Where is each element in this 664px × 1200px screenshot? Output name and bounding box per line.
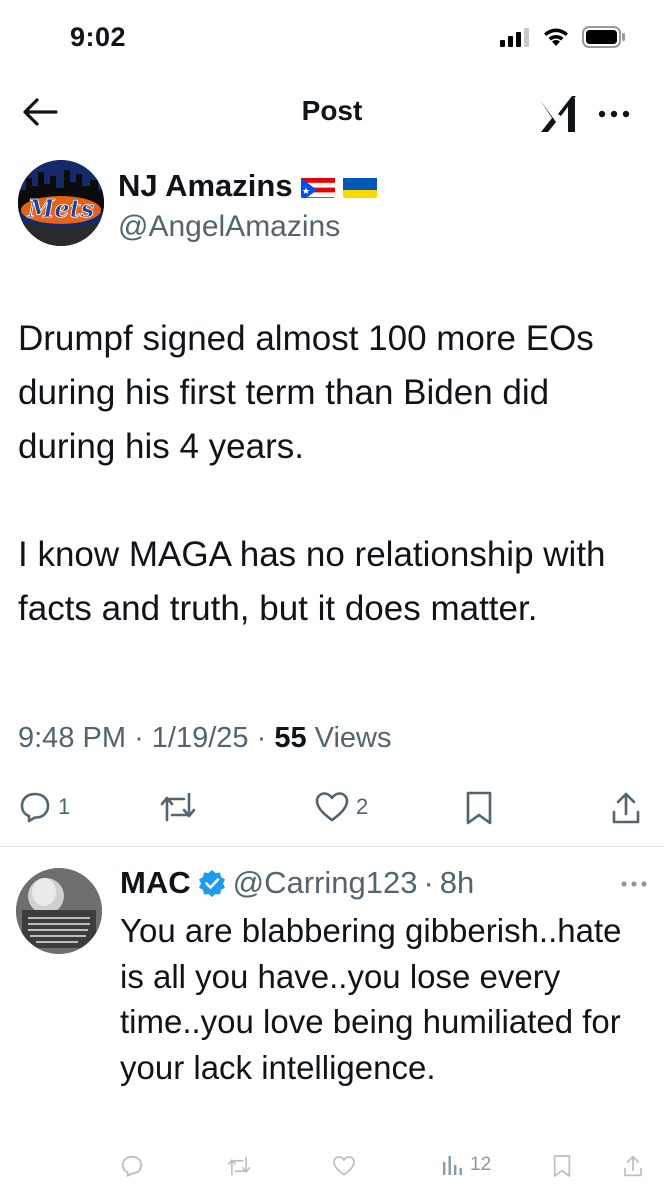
divider — [0, 846, 664, 847]
tweet-paragraph-2: I know MAGA has no relationship with fac… — [18, 535, 606, 628]
tweet-actions: 1 2 — [18, 790, 646, 830]
share-button[interactable] — [610, 790, 642, 826]
bookmark-icon — [553, 1155, 571, 1177]
views-bar-icon — [443, 1156, 462, 1175]
cellular-signal-icon — [500, 28, 529, 47]
reply-text: You are blabbering gibberish..hate is al… — [120, 912, 622, 1086]
more-options-icon[interactable] — [594, 96, 634, 132]
reply-more-icon[interactable] — [616, 872, 652, 896]
author-name[interactable]: NJ Amazins — [118, 168, 293, 204]
grok-icon[interactable] — [536, 92, 580, 136]
tweet-time: 9:48 PM — [18, 722, 126, 754]
ukraine-flag-icon — [342, 174, 377, 198]
views-count: 55 — [274, 722, 307, 754]
reply-bubble-icon — [20, 792, 50, 823]
like-count: 2 — [356, 794, 369, 819]
reply-views-button[interactable]: 12 — [442, 1154, 491, 1176]
share-icon — [612, 792, 640, 824]
puerto-rico-flag-icon — [300, 174, 335, 198]
avatar-logo-text: Mets — [27, 194, 95, 223]
status-time: 9:02 — [70, 22, 127, 52]
like-button[interactable]: 2 — [314, 790, 368, 824]
author-avatar[interactable]: Mets — [18, 160, 104, 246]
reply-author-avatar[interactable] — [16, 868, 102, 954]
reply-author-name[interactable]: MAC — [120, 865, 191, 901]
bookmark-icon — [466, 791, 492, 825]
repost-icon — [227, 1156, 251, 1176]
tweet-paragraph-1: Drumpf signed almost 100 more EOs during… — [18, 319, 594, 466]
reply-header: MAC @Carring123 · 8h — [120, 865, 475, 901]
reply-count: 1 — [58, 794, 71, 819]
views-label: Views — [314, 722, 392, 754]
reply-like-button[interactable] — [332, 1154, 356, 1178]
reply-reply-button[interactable] — [120, 1154, 144, 1178]
reply-button[interactable]: 1 — [18, 790, 70, 824]
battery-icon — [582, 26, 625, 48]
mets-logo-icon: Mets — [18, 160, 104, 246]
author-handle[interactable]: @AngelAmazins — [118, 210, 340, 244]
status-icons — [500, 26, 626, 48]
tweet-text: Drumpf signed almost 100 more EOs during… — [18, 312, 648, 636]
heart-icon — [315, 792, 349, 822]
reply-views-count: 12 — [470, 1154, 492, 1175]
repost-icon — [160, 792, 196, 822]
verified-badge-icon — [198, 870, 225, 897]
heart-icon — [333, 1156, 355, 1176]
reply-share-button[interactable] — [622, 1154, 644, 1178]
share-icon — [624, 1155, 642, 1177]
reply-bubble-icon — [121, 1155, 143, 1177]
author-name-row[interactable]: NJ Amazins — [118, 168, 377, 204]
reply-author-handle[interactable]: @Carring123 — [233, 865, 418, 901]
repost-button[interactable] — [158, 790, 198, 824]
tweet-meta: 9:48 PM · 1/19/25 · 55 Views — [18, 722, 392, 754]
reply-repost-button[interactable] — [226, 1154, 252, 1178]
reply-bookmark-button[interactable] — [552, 1154, 572, 1178]
tweet-date: 1/19/25 — [151, 722, 249, 754]
wifi-icon — [544, 28, 568, 46]
bookmark-button[interactable] — [464, 790, 494, 826]
quote-image-icon — [16, 868, 102, 954]
reply-age: 8h — [439, 865, 475, 900]
reply-actions: 12 — [120, 1154, 650, 1184]
